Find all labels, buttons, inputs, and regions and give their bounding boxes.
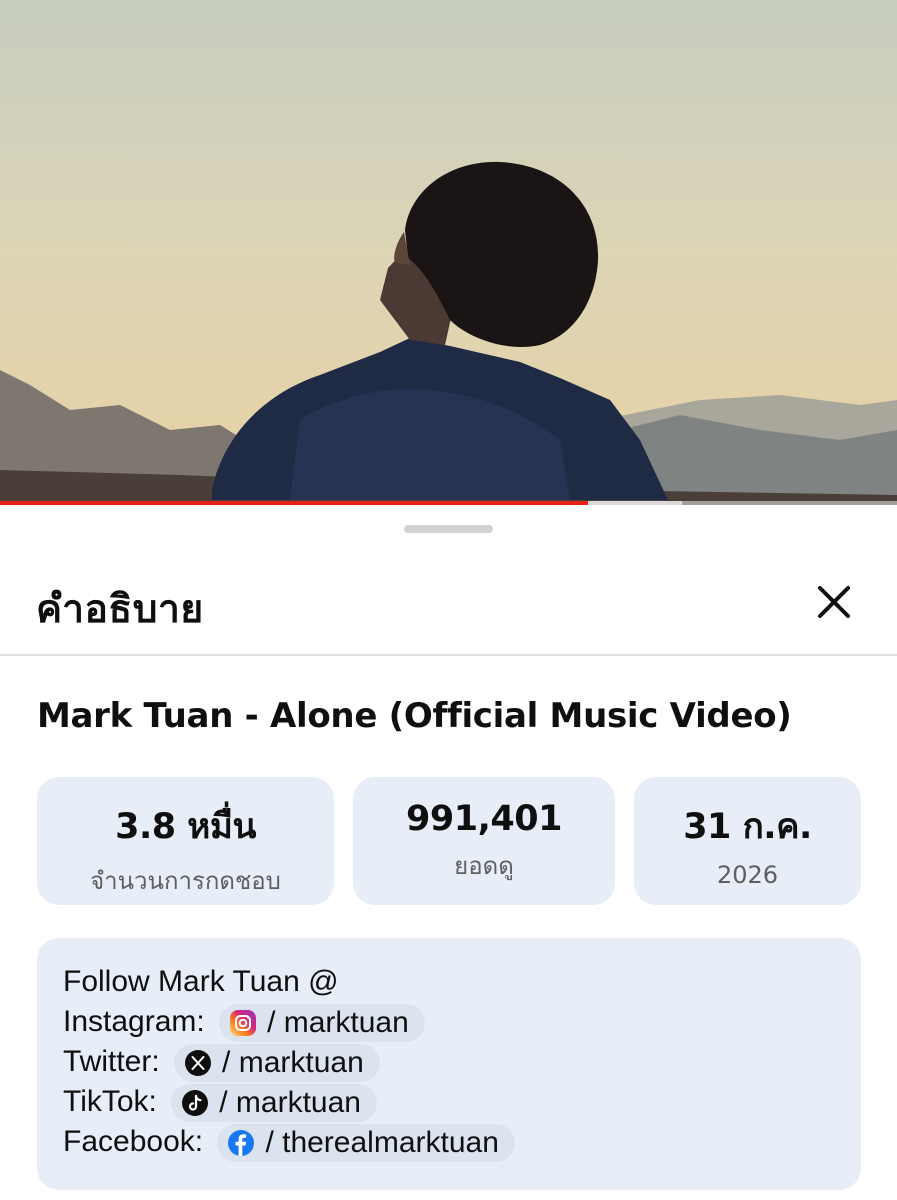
date-stat: 31 ก.ค. 2026	[634, 777, 861, 905]
description-sheet: คำอธิบาย Mark Tuan - Alone (Official Mus…	[0, 508, 897, 1200]
progress-played	[0, 501, 588, 505]
tiktok-link-chip[interactable]: / marktuan	[171, 1084, 377, 1123]
drag-handle[interactable]	[404, 525, 493, 533]
instagram-handle: / marktuan	[267, 1006, 409, 1040]
social-label: Facebook:	[63, 1125, 204, 1158]
video-frame-image	[0, 0, 897, 505]
tiktok-icon	[182, 1090, 209, 1117]
social-label: TikTok:	[63, 1085, 157, 1118]
social-line-instagram: Instagram: / marktuan	[63, 1002, 861, 1043]
instagram-link-chip[interactable]: / marktuan	[219, 1004, 425, 1043]
publish-year: 2026	[716, 861, 779, 889]
facebook-link-chip[interactable]: / therealmarktuan	[217, 1124, 515, 1163]
views-label: ยอดดู	[454, 852, 514, 880]
twitter-link-chip[interactable]: / marktuan	[174, 1044, 380, 1083]
social-line-twitter: Twitter: / marktuan	[63, 1042, 861, 1083]
twitter-handle: / marktuan	[222, 1046, 364, 1080]
publish-date: 31 ก.ค.	[683, 807, 812, 847]
likes-stat: 3.8 หมื่น จำนวนการกดชอบ	[37, 777, 334, 905]
description-box[interactable]: Follow Mark Tuan @ Instagram: / marktuan…	[37, 938, 861, 1190]
social-line-tiktok: TikTok: / marktuan	[63, 1082, 861, 1123]
views-count: 991,401	[406, 799, 562, 839]
tiktok-handle: / marktuan	[219, 1086, 361, 1120]
social-line-facebook: Facebook: / therealmarktuan	[63, 1122, 861, 1163]
instagram-icon	[230, 1010, 257, 1037]
likes-label: จำนวนการกดชอบ	[90, 867, 281, 895]
social-label: Twitter:	[63, 1045, 160, 1078]
divider	[0, 654, 897, 656]
close-button[interactable]	[812, 580, 856, 624]
sheet-title: คำอธิบาย	[36, 587, 204, 632]
video-title: Mark Tuan - Alone (Official Music Video)	[37, 696, 792, 736]
x-icon	[185, 1050, 212, 1077]
facebook-handle: / therealmarktuan	[265, 1126, 499, 1160]
facebook-icon	[228, 1130, 255, 1157]
video-progress-bar[interactable]	[0, 501, 897, 505]
video-player[interactable]	[0, 0, 897, 505]
views-stat: 991,401 ยอดดู	[353, 777, 615, 905]
close-icon	[818, 586, 850, 618]
social-label: Instagram:	[63, 1005, 205, 1038]
likes-count: 3.8 หมื่น	[115, 807, 256, 847]
description-intro: Follow Mark Tuan @	[63, 965, 339, 998]
